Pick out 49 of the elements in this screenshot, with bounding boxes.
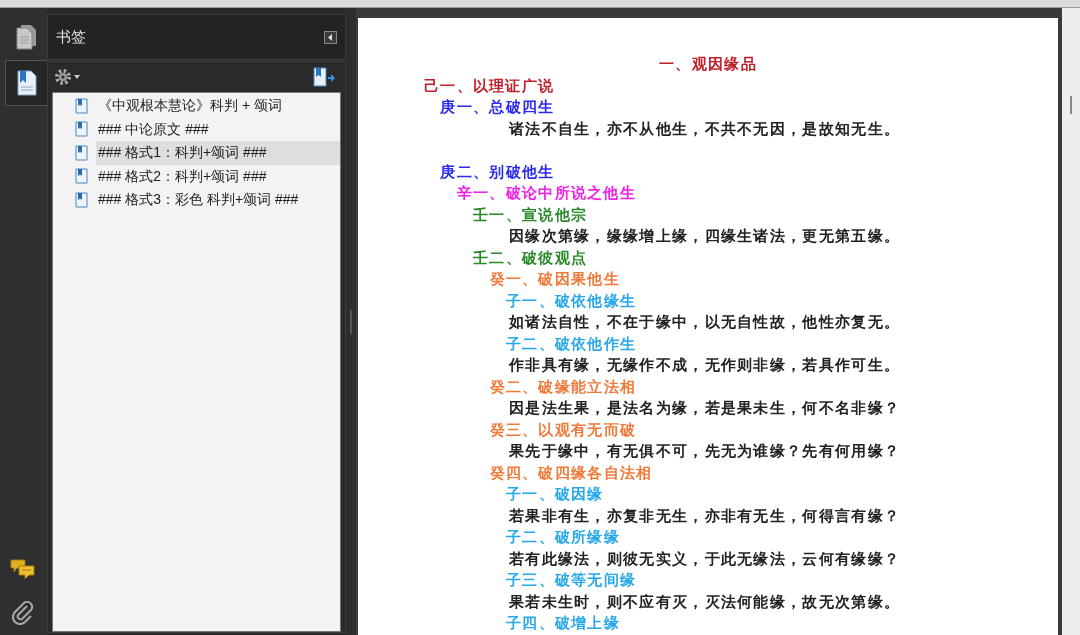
document-title: 一、观因缘品 [658,54,758,74]
options-button[interactable] [54,68,80,86]
outline-heading: 子二、破所缘缘 [506,527,621,547]
outline-heading: 庚二、别破他生 [440,161,555,182]
speech-bubbles-icon [10,558,36,580]
outline-heading: 子四、破增上缘 [506,613,621,633]
verse-line: 若果非有生，亦复非无生，亦非有无生，何得言有缘？ [509,505,901,526]
verse-line: 果先于缘中，有无俱不可，先无为谁缘？先有何用缘？ [509,441,901,461]
outline-heading: 癸三、以观有无而破 [489,419,637,440]
outline-heading: 己一、以理证广说 [424,75,555,96]
bookmark-item[interactable]: ### 格式2：科判+颂词 ### [96,164,340,188]
outline-heading: 癸二、破缘能立法相 [489,376,637,397]
bookmark-icon [75,168,88,185]
bookmark-page-icon [15,69,38,97]
bookmark-item[interactable]: ### 格式3：彩色 科判+颂词 ### [96,188,340,212]
panel-title: 书签 [56,26,86,47]
verse-line: 果若未生时，则不应有灭，灭法何能缘，故无次第缘。 [509,591,901,612]
outline-heading: 壬一、宣说他宗 [473,204,588,225]
verse-line: 诸法不自生，亦不从他生，不共不无因，是故知无生。 [509,118,901,139]
verse-line: 若有此缘法，则彼无实义，于此无缘法，云何有缘缘？ [509,548,901,569]
pages-icon [15,24,37,50]
triangle-icon [328,33,333,41]
verse-line: 因是法生果，是法名为缘，若是果未生，何不名非缘？ [509,398,901,418]
outline-heading: 庚一、总破四生 [440,97,555,117]
verse-line: 如诸法自性，不在于缘中，以无自性故，他性亦复无。 [509,312,901,332]
bookmark-icon [75,191,88,208]
new-bookmark-button[interactable] [313,67,335,87]
outline-heading: 癸四、破四缘各自法相 [489,462,653,483]
outline-heading: 子一、破因缘 [506,484,604,504]
outline-heading: 壬二、破彼观点 [473,247,588,268]
bookmark-icon [75,97,88,114]
scrollbar[interactable] [1062,8,1080,635]
paperclip-icon [12,601,34,625]
caret-icon [74,75,80,79]
outline-heading: 子三、破等无间缘 [506,570,637,590]
bookmark-item[interactable]: ### 中论原文 ### [96,117,340,141]
verse-line: 作非具有缘，无缘作不成，无作则非缘，若具作可生。 [509,355,901,375]
bookmark-icon [75,121,88,138]
outline-heading: 癸一、破因果他生 [489,269,620,289]
bookmark-icon [75,144,88,161]
outline-heading: 子二、破依他作生 [506,333,637,354]
bookmark-item[interactable]: 《中观根本慧论》科判 + 颂词 [96,94,340,118]
outline-heading: 子一、破依他缘生 [506,290,637,311]
bookmark-page-tab[interactable] [5,60,47,106]
verse-line: 因缘次第缘，缘缘增上缘，四缘生诸法，更无第五缘。 [509,226,901,246]
bookmark-item[interactable]: ### 格式1：科判+颂词 ### [96,141,340,165]
collapse-button[interactable] [324,30,337,44]
gear-icon [54,68,72,86]
outline-heading: 辛一、破论中所说之他生 [456,183,637,203]
